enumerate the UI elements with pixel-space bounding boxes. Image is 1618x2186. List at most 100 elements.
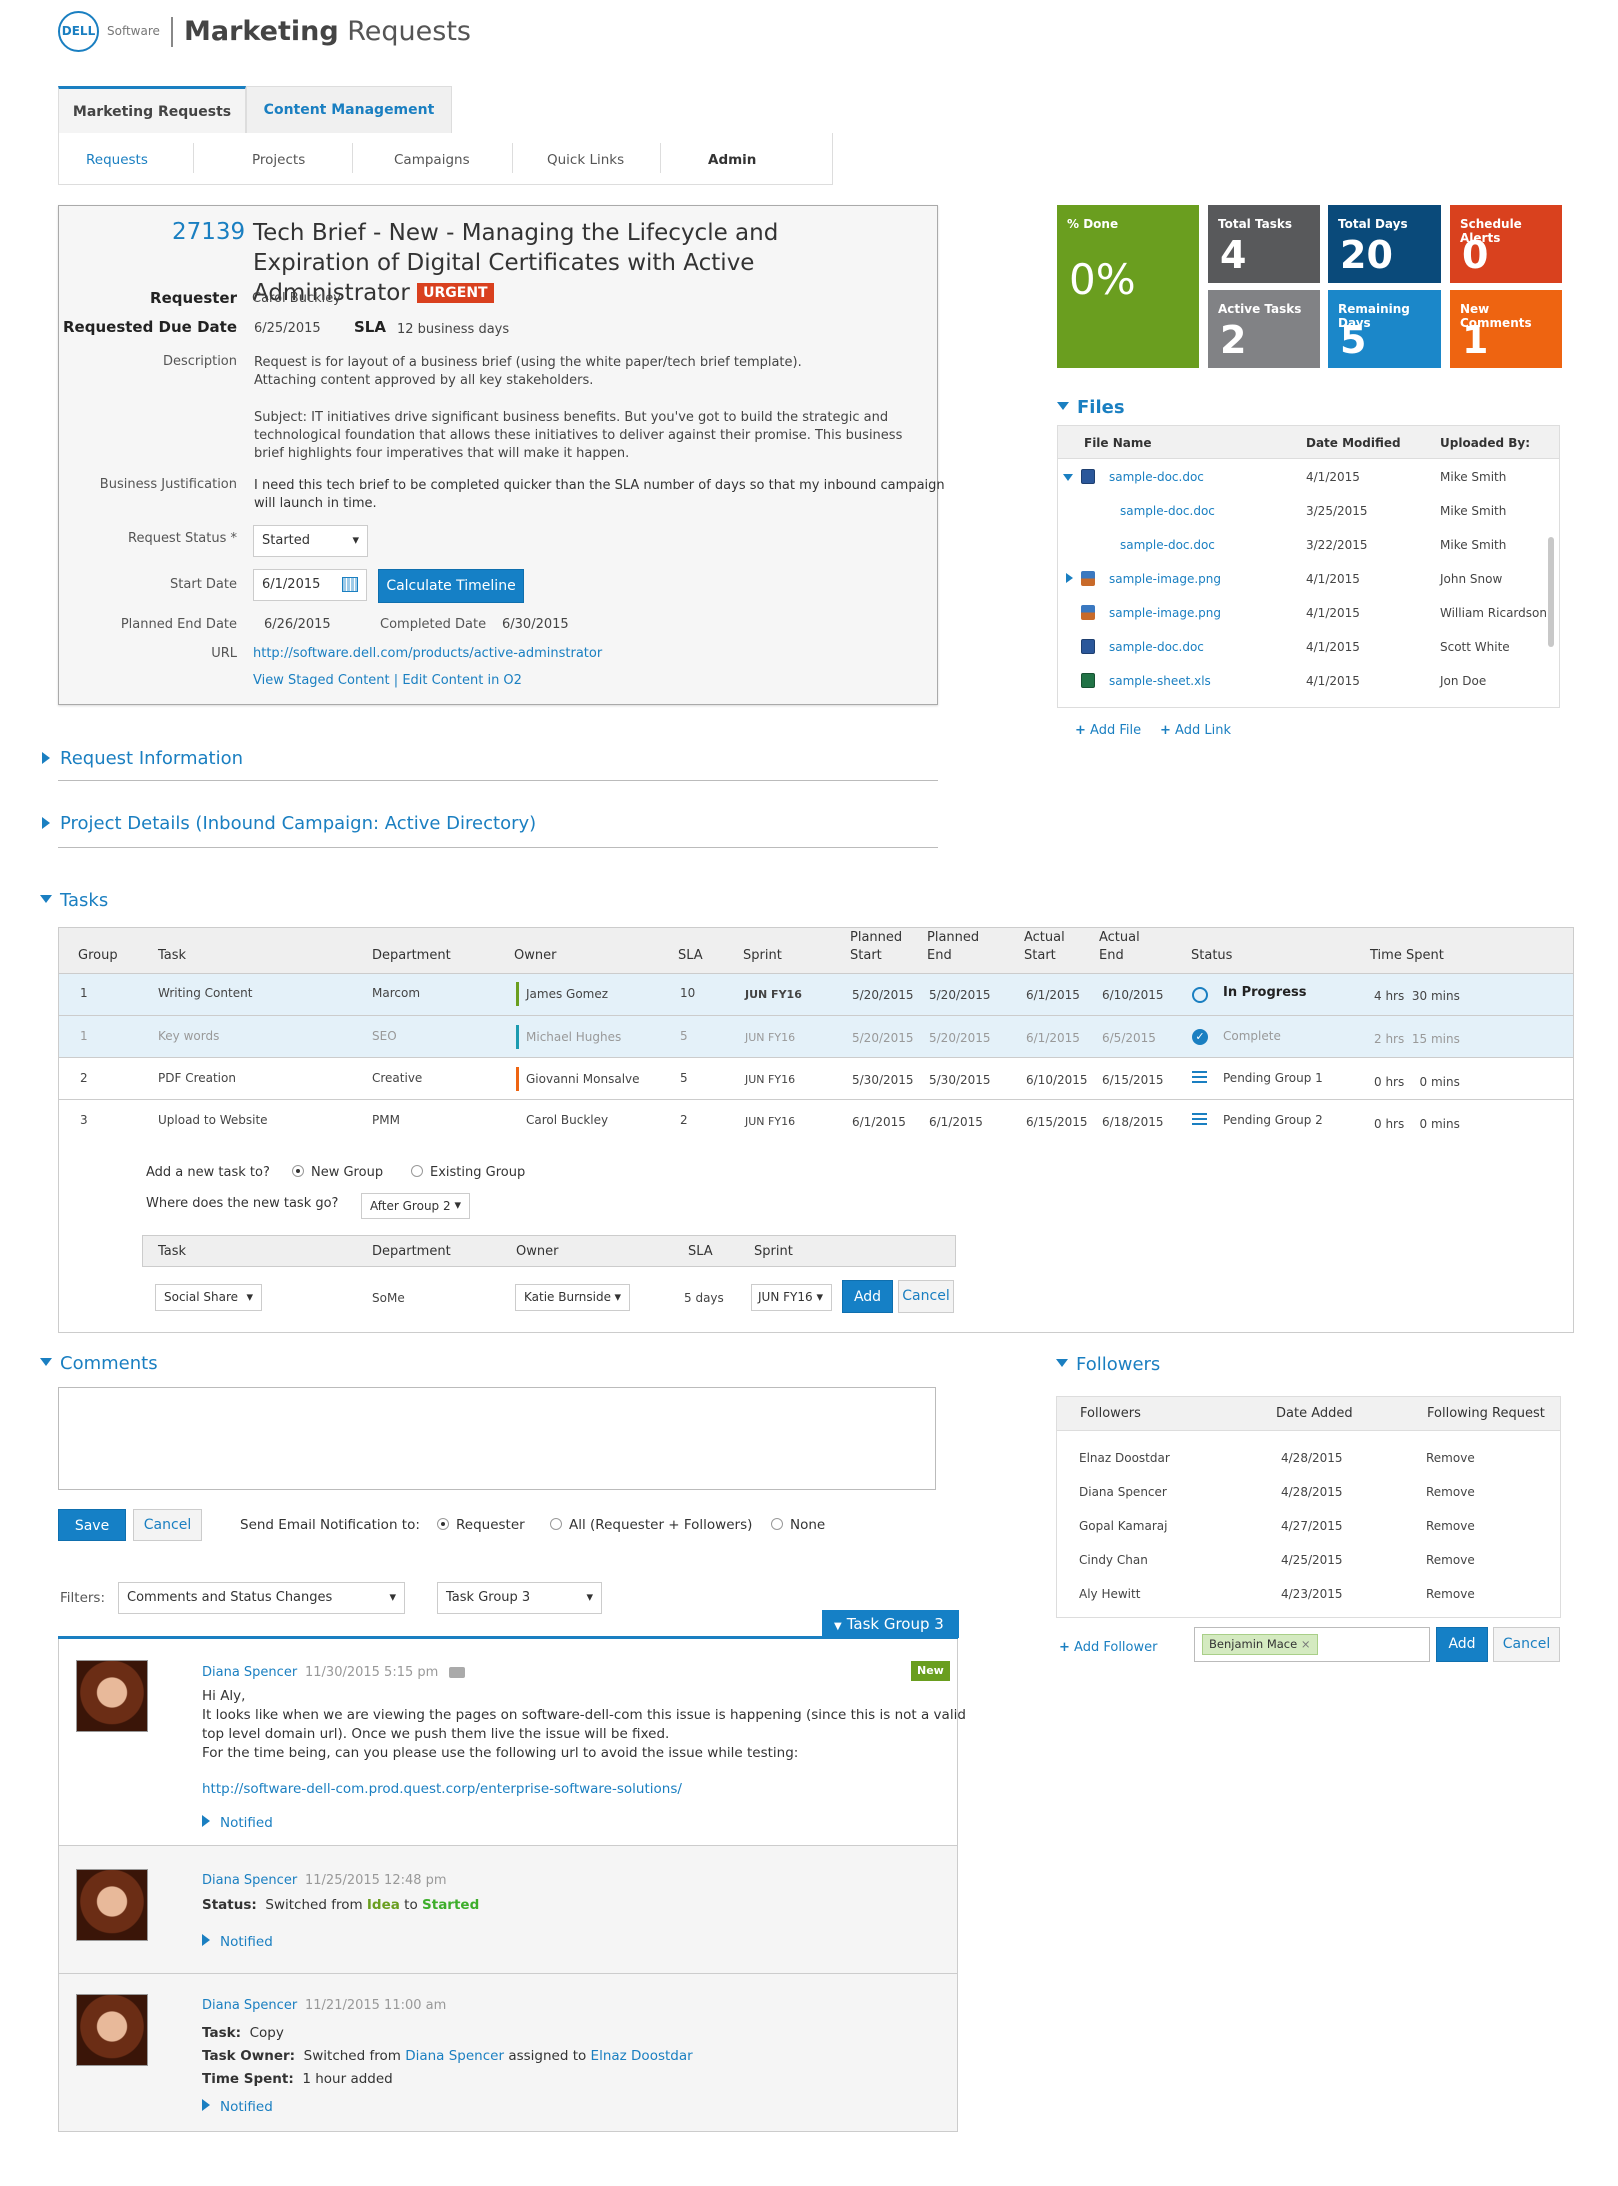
- cancel-comment-button[interactable]: Cancel: [133, 1509, 202, 1541]
- filter-type-select[interactable]: Comments and Status Changes: [118, 1582, 405, 1614]
- comments-section[interactable]: Comments: [40, 1353, 158, 1374]
- expand-right-icon[interactable]: [1066, 573, 1073, 583]
- comment-author[interactable]: Diana Spencer: [202, 1665, 297, 1680]
- followers-section[interactable]: Followers: [1056, 1354, 1160, 1375]
- request-information-section[interactable]: Request Information: [42, 748, 243, 769]
- task-row[interactable]: [59, 1100, 1573, 1142]
- tasks-section[interactable]: Tasks: [40, 890, 108, 911]
- task-row[interactable]: [59, 974, 1573, 1016]
- edit-content-link[interactable]: Edit Content in O2: [402, 673, 522, 688]
- content-links: View Staged Content | Edit Content in O2: [253, 673, 522, 688]
- radio-existing-group[interactable]: Existing Group: [411, 1165, 525, 1180]
- follower-chip[interactable]: Benjamin Mace ×: [1202, 1634, 1318, 1655]
- completed-value: 6/30/2015: [502, 617, 569, 632]
- notified-toggle[interactable]: Notified: [202, 1934, 273, 1950]
- remove-follower-link[interactable]: Remove: [1426, 1485, 1475, 1499]
- close-icon: ×: [1300, 1637, 1311, 1651]
- files-scrollbar[interactable]: [1548, 537, 1554, 647]
- app-title: Marketing Requests: [184, 16, 471, 47]
- file-link[interactable]: sample-doc.doc: [1109, 470, 1204, 484]
- radio-none[interactable]: None: [771, 1517, 825, 1533]
- add-task-button[interactable]: Add: [842, 1280, 893, 1313]
- follower-name: Gopal Kamaraj: [1079, 1519, 1168, 1533]
- file-link[interactable]: sample-image.png: [1109, 572, 1221, 586]
- follower-name: Elnaz Doostdar: [1079, 1451, 1170, 1465]
- add-follower-button[interactable]: Add: [1436, 1627, 1488, 1662]
- subnav-quick-links[interactable]: Quick Links: [547, 152, 624, 168]
- add-follower-link[interactable]: + Add Follower: [1059, 1640, 1157, 1655]
- follower-name: Cindy Chan: [1079, 1553, 1148, 1567]
- task-group-tag[interactable]: ▼ Task Group 3: [822, 1610, 959, 1638]
- radio-new-group[interactable]: New Group: [292, 1165, 383, 1180]
- request-url-link[interactable]: http://software.dell.com/products/active…: [253, 646, 602, 661]
- requester-value: Carol Buckley: [252, 291, 341, 306]
- cancel-follower-button[interactable]: Cancel: [1493, 1627, 1560, 1662]
- files-col-name: File Name: [1084, 436, 1152, 450]
- requester-label: Requester: [150, 289, 237, 307]
- pending-list-icon: [1192, 1113, 1207, 1125]
- task-position-select[interactable]: After Group 2: [361, 1193, 470, 1219]
- expand-down-icon[interactable]: [1063, 474, 1073, 481]
- cancel-task-button[interactable]: Cancel: [898, 1280, 954, 1313]
- avatar: [76, 1869, 148, 1941]
- task-row[interactable]: [59, 1058, 1573, 1100]
- pending-list-icon: [1192, 1071, 1207, 1083]
- notified-toggle[interactable]: Notified: [202, 2099, 273, 2115]
- excel-file-icon: [1081, 673, 1095, 688]
- remove-follower-link[interactable]: Remove: [1426, 1519, 1475, 1533]
- new-owner-select[interactable]: Katie Burnside: [515, 1284, 630, 1311]
- status-select[interactable]: Started: [253, 525, 368, 557]
- filter-group-select[interactable]: Task Group 3: [437, 1582, 602, 1614]
- owner-cell: Carol Buckley: [526, 1113, 609, 1127]
- follower-name: Aly Hewitt: [1079, 1587, 1141, 1601]
- calculate-timeline-button[interactable]: Calculate Timeline: [378, 569, 524, 603]
- add-link-link[interactable]: + Add Link: [1160, 723, 1231, 738]
- project-details-section[interactable]: Project Details (Inbound Campaign: Activ…: [42, 813, 536, 834]
- file-link[interactable]: sample-doc.doc: [1109, 640, 1204, 654]
- description-label: Description: [162, 354, 237, 369]
- calendar-icon[interactable]: [342, 577, 358, 592]
- file-link[interactable]: sample-doc.doc: [1120, 504, 1215, 518]
- comment-link[interactable]: http://software-dell-com.prod.quest.corp…: [202, 1780, 966, 1799]
- radio-requester[interactable]: Requester: [437, 1517, 525, 1533]
- subnav-projects[interactable]: Projects: [252, 152, 305, 168]
- subnav-requests[interactable]: Requests: [86, 152, 148, 168]
- start-date-label: Start Date: [170, 577, 237, 592]
- comment-textarea[interactable]: [58, 1387, 936, 1490]
- new-task-select[interactable]: Social Share: [155, 1284, 262, 1311]
- comment-author[interactable]: Diana Spencer: [202, 1873, 297, 1888]
- tile-active-tasks: Active Tasks 2: [1208, 290, 1320, 368]
- task-change-text: Task: Copy Task Owner: Switched from Dia…: [202, 2025, 693, 2087]
- add-task-question: Add a new task to?: [146, 1165, 270, 1180]
- subnav-admin[interactable]: Admin: [708, 152, 756, 168]
- word-doc-icon: [1081, 469, 1095, 484]
- col-sla: SLA: [678, 948, 703, 963]
- task-row[interactable]: [59, 1016, 1573, 1058]
- avatar: [76, 1994, 148, 2066]
- comment-author[interactable]: Diana Spencer: [202, 1998, 297, 2013]
- file-link[interactable]: sample-sheet.xls: [1109, 674, 1211, 688]
- file-link[interactable]: sample-image.png: [1109, 606, 1221, 620]
- notified-toggle[interactable]: Notified: [202, 1815, 273, 1831]
- url-label: URL: [211, 646, 237, 661]
- col-planned-end: Planned End: [927, 930, 980, 963]
- subnav-campaigns[interactable]: Campaigns: [394, 152, 470, 168]
- col-status: Status: [1191, 948, 1233, 963]
- remove-follower-link[interactable]: Remove: [1426, 1587, 1475, 1601]
- col-owner: Owner: [514, 948, 557, 963]
- remove-follower-link[interactable]: Remove: [1426, 1553, 1475, 1567]
- view-staged-link[interactable]: View Staged Content: [253, 673, 390, 688]
- remove-follower-link[interactable]: Remove: [1426, 1451, 1475, 1465]
- tab-content-management[interactable]: Content Management: [246, 86, 452, 133]
- add-file-link[interactable]: + Add File: [1075, 723, 1141, 738]
- tile-total-days: Total Days 20: [1328, 205, 1441, 283]
- file-link[interactable]: sample-doc.doc: [1120, 538, 1215, 552]
- planned-end-value: 6/26/2015: [264, 617, 331, 632]
- save-comment-button[interactable]: Save: [58, 1509, 126, 1541]
- word-doc-icon: [1081, 639, 1095, 654]
- tile-total-tasks: Total Tasks 4: [1208, 205, 1320, 283]
- radio-all[interactable]: All (Requester + Followers): [550, 1517, 752, 1533]
- new-sprint-select[interactable]: JUN FY16: [751, 1284, 832, 1311]
- files-header[interactable]: Files: [1057, 397, 1125, 418]
- tab-marketing-requests[interactable]: Marketing Requests: [58, 86, 246, 133]
